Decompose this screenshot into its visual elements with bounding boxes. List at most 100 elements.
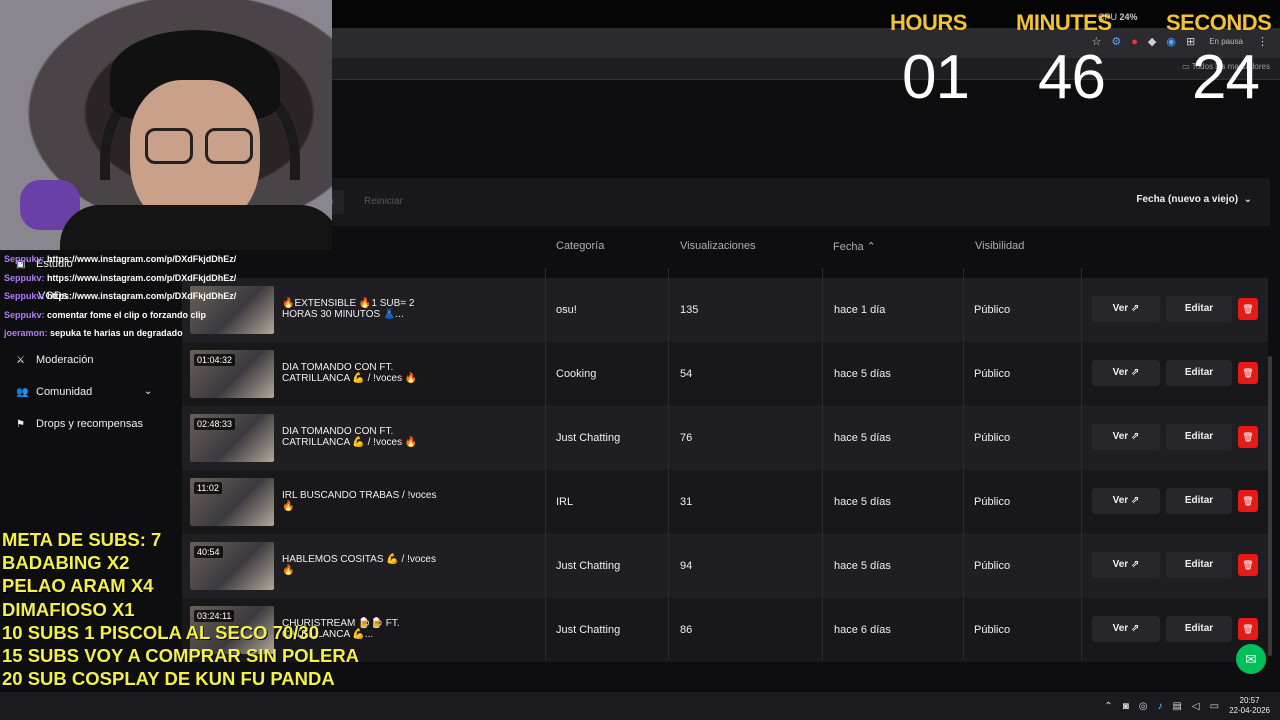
duration-badge: 01:04:32: [194, 354, 236, 366]
webcam-feed: [0, 0, 332, 250]
chat-text: https://www.instagram.com/p/DXdFkjdDhEz/: [47, 272, 237, 283]
view-button[interactable]: Ver ⇗: [1092, 488, 1160, 514]
delete-button[interactable]: 🗑: [1238, 554, 1258, 576]
delete-button[interactable]: 🗑: [1238, 618, 1258, 640]
vod-category: Just Chatting: [556, 560, 621, 572]
delete-button[interactable]: 🗑: [1238, 298, 1258, 320]
sort-select[interactable]: Fecha (nuevo a viejo) ⌄: [1136, 194, 1252, 205]
external-link-icon: ⇗: [1130, 303, 1140, 314]
delete-button[interactable]: 🗑: [1238, 490, 1258, 512]
duration-badge: 02:48:33: [194, 418, 236, 430]
edit-button[interactable]: Editar: [1166, 424, 1232, 450]
hours-value: 01: [902, 43, 970, 112]
chevron-up-icon[interactable]: ⌃: [1104, 701, 1112, 712]
vod-thumbnail[interactable]: 02:48:33: [190, 414, 274, 462]
chat-message: Seppukv: https://www.instagram.com/p/DXd…: [4, 269, 304, 288]
vod-date: hace 5 días: [834, 432, 891, 444]
vod-views: 76: [680, 432, 693, 444]
vod-title[interactable]: DIA TOMANDO CON FT. CATRILLANCA 💪 / !voc…: [282, 426, 442, 448]
trash-icon: 🗑: [1242, 624, 1254, 634]
vod-category: IRL: [556, 496, 574, 508]
sort-up-icon: ⌃: [866, 241, 876, 253]
chevron-down-icon[interactable]: ⌄: [144, 386, 152, 397]
vod-date: hace 5 días: [834, 368, 891, 380]
table-row: 01:04:32 DIA TOMANDO CON FT. CATRILLANCA …: [182, 342, 1268, 406]
chat-username: Seppukv:: [4, 291, 45, 302]
delete-button[interactable]: 🗑: [1238, 362, 1258, 384]
stream-timer: HOURS MINUTES SECONDS 01 46 24: [876, 6, 1276, 112]
chat-message: Seppukv: https://www.instagram.com/p/DXd…: [4, 287, 304, 306]
chat-text: https://www.instagram.com/p/DXdFkjdDhEz/: [47, 291, 237, 302]
sidebar-item-drops[interactable]: ⚑ Drops y recompensas: [16, 418, 143, 430]
chat-icon: ✉: [1245, 651, 1257, 667]
edit-button[interactable]: Editar: [1166, 488, 1232, 514]
edit-button[interactable]: Editar: [1166, 360, 1232, 386]
header-views[interactable]: Visualizaciones: [680, 240, 756, 252]
vod-date: hace 5 días: [834, 496, 891, 508]
seconds-label: SECONDS: [1166, 10, 1272, 35]
sidebar-item-moderation[interactable]: ⚔ Moderación: [16, 354, 93, 366]
chat-overlay: Seppukv: https://www.instagram.com/p/DXd…: [4, 250, 304, 343]
chat-text: sepuka te harias un degradado: [50, 328, 183, 339]
header-category[interactable]: Categoría: [556, 240, 604, 252]
vod-visibility: Público: [974, 496, 1011, 508]
table-row: 02:48:33 DIA TOMANDO CON FT. CATRILLANCA …: [182, 406, 1268, 470]
volume-icon[interactable]: ◁: [1192, 701, 1200, 712]
vod-views: 54: [680, 368, 693, 380]
chevron-down-icon: ⌄: [1240, 194, 1252, 205]
chat-message: Seppukv: comentar fome el clip o forzand…: [4, 306, 304, 325]
steam-icon[interactable]: ◎: [1139, 701, 1148, 712]
vod-date: hace 6 días: [834, 624, 891, 636]
view-button[interactable]: Ver ⇗: [1092, 296, 1160, 322]
goal-line: BADABING X2: [2, 552, 130, 574]
goal-line: DIMAFIOSO X1: [2, 598, 135, 620]
help-chat-button[interactable]: ✉: [1236, 644, 1266, 674]
sword-icon: ⚔: [16, 354, 25, 366]
header-date[interactable]: Fecha ⌃: [833, 240, 876, 253]
vod-title[interactable]: DIA TOMANDO CON FT. CATRILLANCA 💪 / !voc…: [282, 362, 442, 384]
chat-username: joeramon:: [4, 328, 48, 339]
header-visibility[interactable]: Visibilidad: [975, 240, 1024, 252]
vod-visibility: Público: [974, 432, 1011, 444]
vod-views: 86: [680, 624, 693, 636]
column-divider: [963, 268, 964, 660]
scrollbar[interactable]: [1268, 356, 1272, 656]
taskbar: [0, 692, 1280, 720]
mic-icon[interactable]: ♪: [1157, 701, 1162, 712]
vod-thumbnail[interactable]: 11:02: [190, 478, 274, 526]
vod-category: Cooking: [556, 368, 597, 380]
gift-icon: ⚑: [16, 418, 25, 430]
trash-icon: 🗑: [1242, 432, 1254, 442]
battery-icon[interactable]: ▭: [1210, 701, 1219, 712]
delete-button[interactable]: 🗑: [1238, 426, 1258, 448]
table-row: 🔥EXTENSIBLE 🔥1 SUB= 2 HORAS 30 MINUTOS 👗…: [182, 278, 1268, 342]
vod-category: osu!: [556, 304, 577, 316]
view-button[interactable]: Ver ⇗: [1092, 424, 1160, 450]
network-icon[interactable]: ▤: [1172, 701, 1181, 712]
vod-title[interactable]: 🔥EXTENSIBLE 🔥1 SUB= 2 HORAS 30 MINUTOS 👗…: [282, 298, 442, 320]
reset-button[interactable]: Reiniciar: [354, 190, 413, 214]
goal-line: 10 SUBS 1 PISCOLA AL SECO 70/30: [2, 621, 320, 643]
chat-message: Seppukv: https://www.instagram.com/p/DXd…: [4, 250, 304, 269]
vod-visibility: Público: [974, 304, 1011, 316]
sidebar-item-community[interactable]: 👥 Comunidad: [16, 386, 92, 398]
vod-views: 31: [680, 496, 693, 508]
vod-category: Just Chatting: [556, 624, 621, 636]
view-button[interactable]: Ver ⇗: [1092, 360, 1160, 386]
clock[interactable]: 20:57 22-04-2026: [1229, 696, 1270, 716]
vod-title[interactable]: IRL BUSCANDO TRABAS / !voces 🔥: [282, 490, 442, 512]
external-link-icon: ⇗: [1130, 495, 1140, 506]
edit-button[interactable]: Editar: [1166, 296, 1232, 322]
external-link-icon: ⇗: [1130, 623, 1140, 634]
goal-line: PELAO ARAM X4: [2, 575, 154, 597]
view-button[interactable]: Ver ⇗: [1092, 552, 1160, 578]
edit-button[interactable]: Editar: [1166, 552, 1232, 578]
discord-icon[interactable]: ◙: [1123, 701, 1129, 712]
goal-line: META DE SUBS: 7: [2, 529, 162, 550]
people-icon: 👥: [16, 386, 29, 398]
vod-date: hace 1 día: [834, 304, 886, 316]
view-button[interactable]: Ver ⇗: [1092, 616, 1160, 642]
vod-thumbnail[interactable]: 01:04:32: [190, 350, 274, 398]
edit-button[interactable]: Editar: [1166, 616, 1232, 642]
minutes-value: 46: [1038, 43, 1106, 112]
